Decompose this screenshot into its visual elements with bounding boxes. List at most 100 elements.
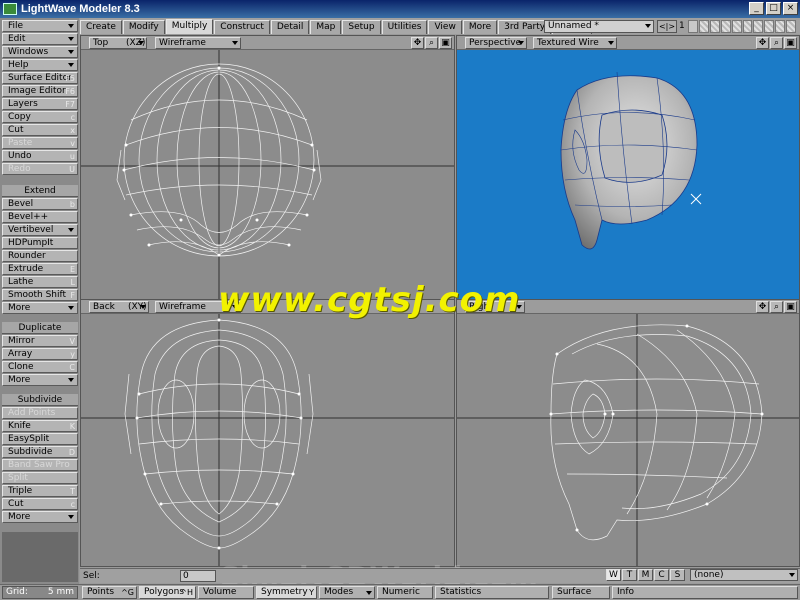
axis-button-m[interactable]: M bbox=[638, 569, 653, 581]
status-points-button[interactable]: Points ^G bbox=[82, 586, 137, 599]
layer-slot[interactable] bbox=[775, 20, 786, 33]
render-mode-select[interactable]: Wireframe bbox=[155, 37, 241, 49]
move-view-icon[interactable]: ✥ bbox=[411, 37, 424, 49]
toolbar-subdivide-cut-button[interactable]: Cut c bbox=[2, 498, 78, 510]
toolbar-duplicate-more-button[interactable]: More bbox=[2, 374, 78, 386]
status-volume-button[interactable]: Volume bbox=[198, 586, 254, 599]
toolbar-extend-bevel-button[interactable]: Bevel b bbox=[2, 198, 78, 210]
toolbar-main-help-button[interactable]: Help bbox=[2, 59, 78, 71]
status-surface-button[interactable]: Surface bbox=[552, 586, 610, 599]
render-mode-select[interactable]: Textured Wire bbox=[533, 37, 617, 49]
layer-slot[interactable] bbox=[688, 20, 698, 33]
viewport-perspective[interactable]: Perspective Textured Wire ✥ ⌕ ▣ bbox=[456, 35, 800, 300]
layer-slot[interactable] bbox=[720, 20, 731, 33]
toolbar-main-windows-button[interactable]: Windows bbox=[2, 46, 78, 58]
toolbar-main-surface-editor-button[interactable]: Surface Editor F5 bbox=[2, 72, 78, 84]
zoom-view-icon[interactable]: ⌕ bbox=[770, 301, 783, 313]
maximize-view-icon[interactable]: ▣ bbox=[439, 37, 452, 49]
tab-map[interactable]: Map bbox=[310, 20, 342, 34]
render-mode-select[interactable]: Wireframe bbox=[155, 301, 241, 313]
toolbar-subdivide-subdivide-button[interactable]: Subdivide D bbox=[2, 446, 78, 458]
axis-button-s[interactable]: S bbox=[670, 569, 685, 581]
view-select[interactable]: Right bbox=[465, 301, 525, 313]
surface-select[interactable]: (none) bbox=[690, 569, 798, 581]
object-layer-select[interactable]: Unnamed * bbox=[544, 20, 654, 33]
axis-button-w[interactable]: W bbox=[606, 569, 621, 581]
layer-slot[interactable] bbox=[731, 20, 742, 33]
tab-more[interactable]: More bbox=[462, 20, 498, 34]
toolbar-main-redo-button[interactable]: Redo U bbox=[2, 163, 78, 175]
tab-setup[interactable]: Setup bbox=[342, 20, 381, 34]
view-select[interactable]: Perspective bbox=[465, 37, 527, 49]
tab-multiply[interactable]: Multiply bbox=[165, 19, 214, 34]
toolbar-subdivide-easysplit-button[interactable]: EasySplit bbox=[2, 433, 78, 445]
status-statistics-button[interactable]: Statistics bbox=[435, 586, 549, 599]
layer-slot[interactable] bbox=[753, 20, 764, 33]
toolbar-duplicate-mirror-button[interactable]: Mirror V bbox=[2, 335, 78, 347]
maximize-view-icon[interactable]: ▣ bbox=[784, 37, 797, 49]
tab-detail[interactable]: Detail bbox=[270, 20, 310, 34]
button-label: Subdivide bbox=[8, 447, 53, 457]
toolbar-duplicate-array-button[interactable]: Array y bbox=[2, 348, 78, 360]
viewport-top[interactable]: Top (XZ) Wireframe ✥ ⌕ ▣ bbox=[80, 35, 455, 300]
toolbar-main-copy-button[interactable]: Copy c bbox=[2, 111, 78, 123]
maximize-button[interactable]: □ bbox=[766, 2, 781, 15]
toolbar-main-undo-button[interactable]: Undo u bbox=[2, 150, 78, 162]
button-label: Rounder bbox=[8, 251, 46, 261]
tab-construct[interactable]: Construct bbox=[214, 20, 270, 34]
tab-modify[interactable]: Modify bbox=[122, 20, 165, 34]
toolbar-extend-bevel-button[interactable]: Bevel++ bbox=[2, 211, 78, 223]
layer-slot[interactable] bbox=[764, 20, 775, 33]
tab-view[interactable]: View bbox=[428, 20, 462, 34]
tab-create[interactable]: Create bbox=[80, 20, 122, 34]
axis-button-c[interactable]: C bbox=[654, 569, 669, 581]
layer-nav-button[interactable]: <|> bbox=[657, 20, 677, 33]
toolbar-subdivide-band-saw-pro-button[interactable]: Band Saw Pro bbox=[2, 459, 78, 471]
status-symmetry-button[interactable]: Symmetry Y bbox=[256, 586, 317, 599]
toolbar-subdivide-split-button[interactable]: Split bbox=[2, 472, 78, 484]
move-view-icon[interactable]: ✥ bbox=[756, 301, 769, 313]
toolbar-extend-rounder-button[interactable]: Rounder bbox=[2, 250, 78, 262]
axis-button-t[interactable]: T bbox=[622, 569, 637, 581]
toolbar-main-file-button[interactable]: File bbox=[2, 20, 78, 32]
button-label: File bbox=[8, 21, 24, 31]
status-numeric-button[interactable]: Numeric bbox=[377, 586, 433, 599]
chevron-down-icon bbox=[68, 228, 74, 232]
toolbar-subdivide-more-button[interactable]: More bbox=[2, 511, 78, 523]
toolbar-main-image-editor-button[interactable]: Image Editor F6 bbox=[2, 85, 78, 97]
toolbar-extend-lathe-button[interactable]: Lathe L bbox=[2, 276, 78, 288]
toolbar-extend-hdpumpit-button[interactable]: HDPumpIt bbox=[2, 237, 78, 249]
viewport-back[interactable]: Back (XY) Wireframe bbox=[80, 299, 455, 567]
toolbar-subdivide-knife-button[interactable]: Knife K bbox=[2, 420, 78, 432]
status-info-button[interactable]: Info bbox=[612, 586, 798, 599]
layer-slot[interactable] bbox=[709, 20, 720, 33]
move-view-icon[interactable]: ✥ bbox=[756, 37, 769, 49]
layer-slot[interactable] bbox=[742, 20, 753, 33]
toolbar-extend-extrude-button[interactable]: Extrude E bbox=[2, 263, 78, 275]
toolbar-duplicate-clone-button[interactable]: Clone C bbox=[2, 361, 78, 373]
layer-slot[interactable] bbox=[786, 20, 797, 33]
toolbar-extend-more-button[interactable]: More bbox=[2, 302, 78, 314]
close-button[interactable]: × bbox=[783, 2, 798, 15]
shortcut-key: E bbox=[69, 265, 75, 274]
toolbar-main-layers-button[interactable]: Layers F7 bbox=[2, 98, 78, 110]
zoom-view-icon[interactable]: ⌕ bbox=[425, 37, 438, 49]
minimize-button[interactable]: _ bbox=[749, 2, 764, 15]
zoom-view-icon[interactable]: ⌕ bbox=[770, 37, 783, 49]
toolbar-extend-vertibevel-button[interactable]: Vertibevel bbox=[2, 224, 78, 236]
viewport-right[interactable]: Right ✥ ⌕ ▣ bbox=[456, 299, 800, 567]
toolbar-extend-smooth-shift-button[interactable]: Smooth Shift F bbox=[2, 289, 78, 301]
status-polygons-button[interactable]: Polygons ^H bbox=[139, 586, 196, 599]
toolbar-main-edit-button[interactable]: Edit bbox=[2, 33, 78, 45]
toolbar-subdivide-add-points-button[interactable]: Add Points bbox=[2, 407, 78, 419]
toolbar-main-cut-button[interactable]: Cut x bbox=[2, 124, 78, 136]
toolbar-subdivide-triple-button[interactable]: Triple T bbox=[2, 485, 78, 497]
maximize-view-icon[interactable]: ▣ bbox=[784, 301, 797, 313]
view-select[interactable]: Top (XZ) bbox=[89, 37, 147, 49]
layer-slot[interactable] bbox=[698, 20, 709, 33]
shortcut-key: L bbox=[70, 278, 75, 287]
view-select[interactable]: Back (XY) bbox=[89, 301, 149, 313]
tab-utilities[interactable]: Utilities bbox=[381, 20, 428, 34]
toolbar-main-paste-button[interactable]: Paste v bbox=[2, 137, 78, 149]
status-modes-button[interactable]: Modes bbox=[319, 586, 375, 599]
